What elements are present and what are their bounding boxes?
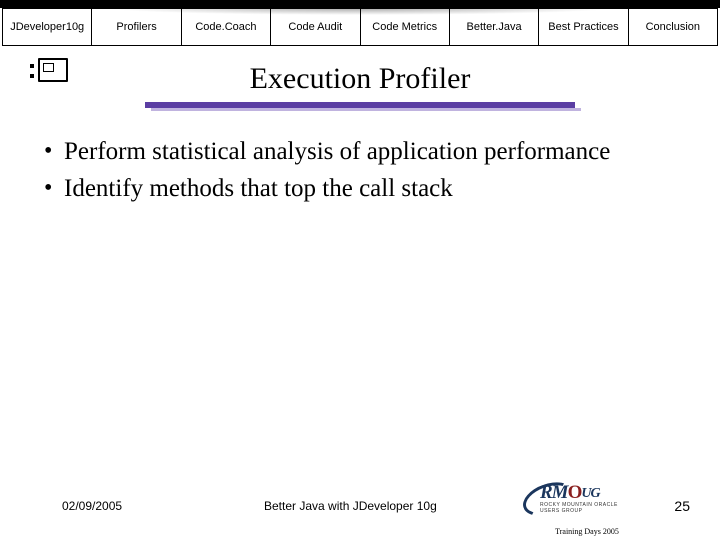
tab-codemetrics[interactable]: Code Metrics (361, 9, 450, 45)
top-black-bar (0, 0, 720, 8)
footer-page-number: 25 (650, 498, 690, 514)
window-icon (38, 58, 68, 82)
footer-date: 02/09/2005 (62, 499, 232, 513)
tab-codeaudit[interactable]: Code Audit (271, 9, 360, 45)
content-area: Perform statistical analysis of applicat… (0, 110, 720, 205)
tab-strip: JDeveloper10g Profilers Code.Coach Code … (2, 8, 718, 46)
title-area: Execution Profiler (0, 60, 720, 110)
title-underline (145, 102, 575, 112)
tab-codecoach[interactable]: Code.Coach (182, 9, 271, 45)
tab-profilers[interactable]: Profilers (92, 9, 181, 45)
bullet-item: Perform statistical analysis of applicat… (40, 136, 680, 167)
tab-betterjava[interactable]: Better.Java (450, 9, 539, 45)
tab-jdeveloper[interactable]: JDeveloper10g (3, 9, 92, 45)
window-icon-inner (43, 63, 54, 72)
logo-tagline: Training Days 2005 (522, 527, 652, 536)
bullet-item: Identify methods that top the call stack (40, 173, 680, 204)
tab-conclusion[interactable]: Conclusion (629, 9, 717, 45)
slide-title: Execution Profiler (0, 60, 720, 96)
footer: 02/09/2005 Better Java with JDeveloper 1… (0, 498, 720, 514)
bullet-list: Perform statistical analysis of applicat… (40, 136, 680, 205)
footer-title: Better Java with JDeveloper 10g (232, 499, 650, 513)
tab-bestpractices[interactable]: Best Practices (539, 9, 628, 45)
